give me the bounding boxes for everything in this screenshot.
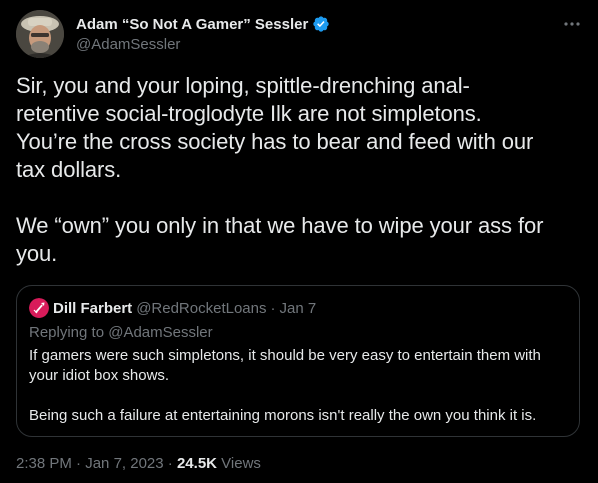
- quoted-tweet-text: If gamers were such simpletons, it shoul…: [29, 347, 541, 424]
- more-options-icon[interactable]: [562, 14, 582, 34]
- author-handle[interactable]: @AdamSessler: [76, 36, 330, 53]
- author-names: Adam “So Not A Gamer” Sessler @AdamSessl…: [76, 14, 330, 53]
- quoted-display-name[interactable]: Dill Farbert: [53, 300, 132, 317]
- views-label: Views: [221, 455, 261, 472]
- tweet-header: Adam “So Not A Gamer” Sessler @AdamSessl…: [16, 10, 582, 58]
- footer-separator: ·: [76, 455, 82, 472]
- quoted-tweet[interactable]: Dill Farbert @RedRocketLoans · Jan 7 Rep…: [16, 285, 580, 437]
- tweet-date[interactable]: Jan 7, 2023: [85, 455, 163, 472]
- footer-separator-2: ·: [167, 455, 173, 472]
- tweet-text: Sir, you and your loping, spittle-drench…: [16, 73, 544, 266]
- quoted-tweet-header: Dill Farbert @RedRocketLoans · Jan 7: [29, 298, 316, 318]
- tweet-time[interactable]: 2:38 PM: [16, 455, 72, 472]
- tweet-footer: 2:38 PM · Jan 7, 2023 · 24.5K Views: [16, 455, 261, 472]
- tweet: Adam “So Not A Gamer” Sessler @AdamSessl…: [0, 0, 598, 483]
- avatar[interactable]: [16, 10, 64, 58]
- avatar-photo-icon: [16, 10, 64, 58]
- quoted-separator: ·: [270, 299, 276, 317]
- author-display-name-row[interactable]: Adam “So Not A Gamer” Sessler: [76, 14, 330, 34]
- quoted-avatar[interactable]: [29, 298, 49, 318]
- quoted-date[interactable]: Jan 7: [280, 300, 317, 317]
- views-count[interactable]: 24.5K: [177, 455, 217, 472]
- quoted-handle[interactable]: @RedRocketLoans: [136, 300, 266, 317]
- author-display-name[interactable]: Adam “So Not A Gamer” Sessler: [76, 16, 308, 33]
- quoted-avatar-logo-icon: [29, 298, 49, 318]
- verified-badge-icon[interactable]: [312, 15, 330, 33]
- replying-to: Replying to @AdamSessler: [29, 324, 213, 341]
